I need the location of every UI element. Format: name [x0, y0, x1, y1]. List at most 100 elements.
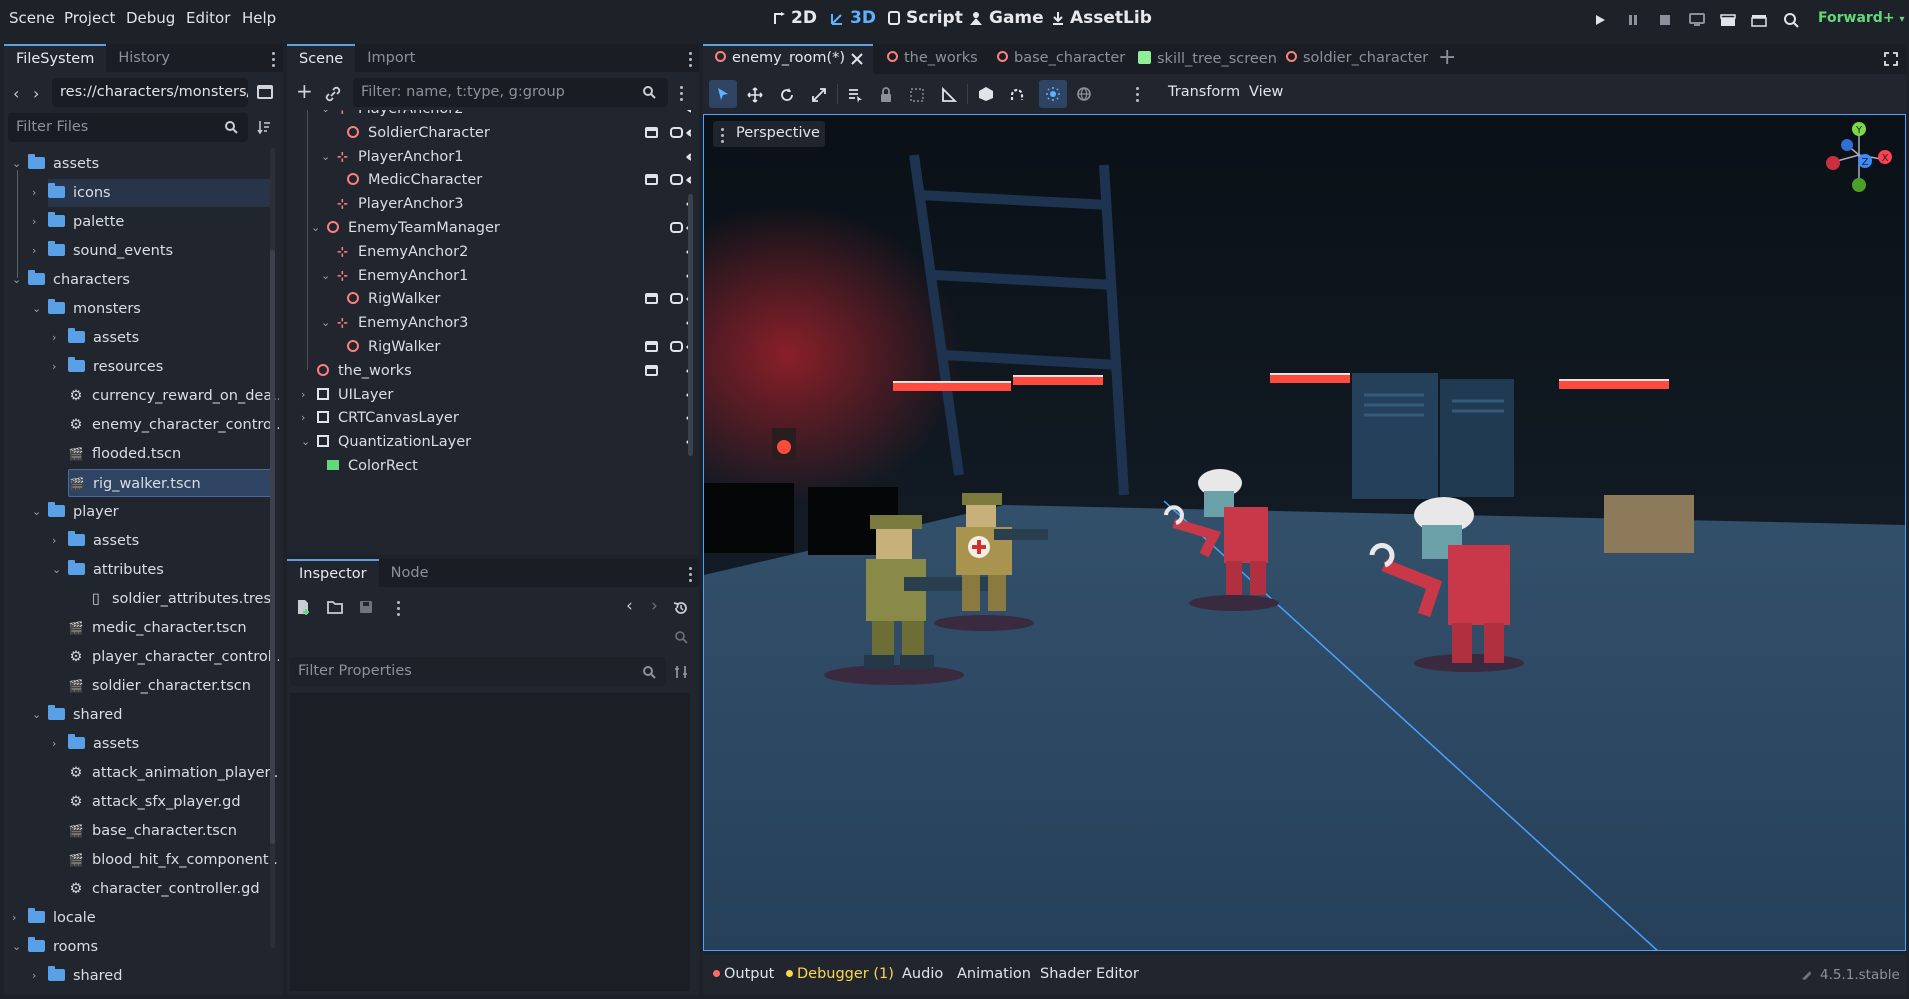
file-tree-item[interactable]: palette	[48, 208, 124, 236]
open-in-editor-icon[interactable]	[645, 341, 658, 352]
file-tree-item[interactable]: player	[48, 498, 119, 526]
file-tree-item[interactable]: ⚙ attack_sfx_player.gd	[68, 788, 241, 816]
file-tree-item[interactable]: characters	[28, 266, 130, 294]
menu-editor[interactable]: Editor	[186, 9, 230, 27]
open-in-editor-icon[interactable]	[645, 293, 658, 305]
preview-options-icon[interactable]	[1136, 87, 1140, 102]
history-forward-icon[interactable]: ›	[651, 596, 658, 616]
script-icon[interactable]	[670, 126, 683, 138]
visibility-eye-icon[interactable]	[685, 151, 691, 163]
chevron-right-icon[interactable]: ›	[32, 186, 36, 199]
3d-viewport[interactable]: Perspective Y Z X	[703, 114, 1906, 951]
output-tab[interactable]: Output	[713, 966, 774, 982]
perspective-menu-button[interactable]: Perspective	[713, 121, 825, 147]
list-select-icon[interactable]	[847, 87, 863, 103]
menu-scene[interactable]: Scene	[9, 9, 55, 27]
debugger-tab[interactable]: Debugger (1)	[786, 966, 894, 982]
history-icon[interactable]	[673, 600, 689, 616]
tab-filesystem[interactable]: FileSystem	[4, 44, 107, 72]
file-tree-item[interactable]: ⚙ player_character_control...	[68, 643, 280, 671]
sort-icon[interactable]	[257, 120, 271, 134]
doc-tab-the-works[interactable]: the_works	[887, 50, 978, 66]
pause-button[interactable]	[1620, 8, 1646, 32]
file-tree-item[interactable]: rooms	[28, 933, 98, 961]
file-tree-item[interactable]: ▯ soldier_attributes.tres	[88, 585, 271, 613]
tab-history[interactable]: History	[106, 44, 182, 72]
open-in-editor-icon[interactable]	[645, 364, 658, 376]
open-folder-icon[interactable]	[327, 600, 343, 614]
chevron-down-icon[interactable]: ⌄	[32, 708, 41, 721]
snap-icon[interactable]	[1009, 86, 1025, 102]
script-icon[interactable]	[670, 174, 683, 186]
script-icon[interactable]	[670, 341, 683, 352]
file-tree-item[interactable]: 🎬 blood_hit_fx_component...	[68, 846, 279, 874]
tab-scene[interactable]: Scene	[287, 44, 356, 72]
file-tree-item[interactable]: monsters	[48, 295, 141, 323]
visibility-eye-icon[interactable]	[685, 110, 691, 115]
file-tree-item[interactable]: 🎬 flooded.tscn	[68, 440, 182, 468]
chevron-down-icon[interactable]: ⌄	[301, 435, 310, 448]
rotate-icon[interactable]	[779, 87, 795, 103]
chevron-down-icon[interactable]: ⌄	[321, 110, 330, 115]
workspace-script-button[interactable]: Script	[887, 8, 963, 28]
distraction-free-icon[interactable]	[1884, 52, 1898, 66]
lock-icon[interactable]	[879, 87, 893, 103]
file-tree-item[interactable]: 🎬 medic_character.tscn	[68, 614, 247, 642]
group-icon[interactable]	[909, 87, 925, 103]
new-resource-icon[interactable]	[296, 599, 310, 615]
chevron-down-icon[interactable]: ⌄	[32, 505, 41, 518]
file-tree-item[interactable]: locale	[28, 904, 96, 932]
kebab-menu-icon[interactable]	[272, 52, 276, 67]
ruler-icon[interactable]	[941, 87, 957, 103]
chevron-right-icon[interactable]: ›	[52, 360, 56, 373]
tab-inspector[interactable]: Inspector	[287, 559, 379, 587]
tab-node[interactable]: Node	[379, 559, 441, 587]
tools-icon[interactable]	[673, 664, 689, 680]
chevron-right-icon[interactable]: ›	[52, 737, 56, 750]
chevron-right-icon[interactable]: ›	[52, 534, 56, 547]
visibility-eye-icon[interactable]	[685, 127, 691, 139]
file-tree-item[interactable]: assets	[68, 730, 139, 758]
nav-forward-icon[interactable]: ›	[33, 84, 39, 103]
file-tree-item[interactable]: attributes	[68, 556, 164, 584]
open-in-editor-icon[interactable]	[645, 174, 658, 186]
chevron-down-icon[interactable]: ⌄	[52, 563, 61, 576]
audio-tab[interactable]: Audio	[902, 966, 943, 982]
chevron-down-icon[interactable]: ⌄	[311, 221, 320, 234]
scene-scrollbar[interactable]	[688, 194, 693, 456]
filter-files-input[interactable]: Filter Files	[8, 113, 248, 142]
file-tree-item[interactable]: resources	[68, 353, 163, 381]
history-back-icon[interactable]: ‹	[626, 596, 633, 616]
open-in-editor-icon[interactable]	[645, 126, 658, 138]
environment-icon[interactable]	[1076, 86, 1092, 102]
close-icon[interactable]	[851, 53, 863, 65]
scene-options-icon[interactable]	[680, 86, 684, 101]
local-space-icon[interactable]	[978, 86, 994, 102]
chevron-right-icon[interactable]: ›	[301, 388, 305, 401]
file-tree-item[interactable]: 🎬 rig_walker.tscn	[68, 469, 272, 497]
transform-menu[interactable]: Transform	[1168, 84, 1240, 100]
file-tree-item[interactable]: ⚙ character_controller.gd	[68, 875, 260, 903]
renderer-selector[interactable]: Forward+ ▾	[1818, 10, 1904, 26]
movie-maker-button[interactable]	[1778, 8, 1804, 32]
link-icon[interactable]	[325, 86, 341, 102]
chevron-down-icon[interactable]: ⌄	[321, 316, 330, 329]
scene-filter-input[interactable]: Filter: name, t:type, g:group	[353, 78, 668, 107]
play-button[interactable]	[1587, 8, 1613, 32]
menu-debug[interactable]: Debug	[126, 9, 175, 27]
workspace-3d-button[interactable]: 3D	[829, 8, 876, 28]
save-icon[interactable]	[359, 600, 373, 614]
file-tree-item[interactable]: ⚙ attack_animation_player....	[68, 759, 280, 787]
play-scene-button[interactable]	[1715, 8, 1741, 32]
file-tree-item[interactable]: sound_events	[48, 237, 173, 265]
chevron-down-icon[interactable]: ⌄	[12, 157, 21, 170]
view-menu[interactable]: View	[1249, 84, 1283, 100]
file-tree-item[interactable]: assets	[28, 150, 99, 178]
file-tree-item[interactable]: shared	[48, 701, 122, 729]
resource-options-icon[interactable]	[397, 601, 401, 616]
doc-tab-soldier-character[interactable]: soldier_character	[1286, 50, 1428, 66]
chevron-right-icon[interactable]: ›	[52, 331, 56, 344]
remote-debug-button[interactable]	[1684, 8, 1710, 32]
add-node-icon[interactable]: +	[296, 79, 313, 103]
chevron-right-icon[interactable]: ›	[32, 244, 36, 257]
